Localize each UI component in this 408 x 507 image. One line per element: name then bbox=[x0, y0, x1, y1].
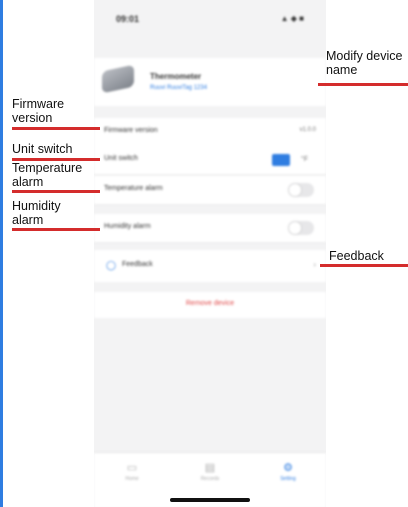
tab-home-label: Home bbox=[125, 476, 139, 482]
unit-celsius-option[interactable] bbox=[272, 154, 290, 166]
device-name[interactable]: Thermometer bbox=[150, 72, 201, 81]
phone-screenshot: 09:01 ▲ ◆ ■ Thermometer Ruuvi RuuviTag 1… bbox=[94, 0, 326, 507]
annotation-humidity-alarm: Humidity alarm bbox=[12, 199, 61, 227]
device-image bbox=[102, 64, 134, 94]
device-card[interactable]: Thermometer Ruuvi RuuviTag 1234 bbox=[94, 58, 326, 106]
annotation-feedback: Feedback bbox=[329, 249, 384, 263]
temperature-alarm-label: Temperature alarm bbox=[104, 185, 163, 192]
annotation-line-firmware-version bbox=[12, 127, 100, 130]
annotation-temperature-alarm: Temperature alarm bbox=[12, 161, 83, 189]
humidity-alarm-toggle[interactable] bbox=[288, 221, 314, 235]
row-temperature-alarm: Temperature alarm bbox=[94, 176, 326, 205]
row-humidity-alarm: Humidity alarm bbox=[94, 214, 326, 243]
tab-home[interactable]: ▭ Home bbox=[102, 461, 162, 482]
annotation-line-modify-device-name bbox=[318, 83, 408, 86]
unit-segmented-control[interactable]: °F bbox=[272, 154, 308, 166]
annotation-unit-switch: Unit switch bbox=[12, 142, 73, 156]
feedback-icon: ◯ bbox=[106, 260, 117, 270]
home-indicator bbox=[170, 498, 250, 502]
annotation-line-temperature-alarm bbox=[12, 190, 100, 193]
humidity-alarm-label: Humidity alarm bbox=[104, 223, 151, 230]
status-time: 09:01 bbox=[116, 14, 140, 24]
status-icons: ▲ ◆ ■ bbox=[280, 14, 304, 23]
feedback-row[interactable]: ◯ Feedback › bbox=[94, 250, 326, 282]
settings-icon: ⚙ bbox=[283, 462, 293, 474]
device-id: Ruuvi RuuviTag 1234 bbox=[150, 85, 208, 91]
row-unit-switch: Unit switch °F bbox=[94, 146, 326, 175]
annotation-modify-device-name: Modify device name bbox=[326, 49, 403, 77]
remove-device-label: Remove device bbox=[185, 300, 235, 307]
tab-records[interactable]: ▤ Records bbox=[180, 461, 240, 482]
tab-setting[interactable]: ⚙ Setting bbox=[258, 461, 318, 482]
tab-setting-label: Setting bbox=[280, 476, 296, 482]
annotation-firmware-version: Firmware version bbox=[12, 97, 65, 125]
unit-switch-label: Unit switch bbox=[104, 155, 138, 162]
annotation-line-humidity-alarm bbox=[12, 228, 100, 231]
home-icon: ▭ bbox=[126, 462, 138, 474]
feedback-label: Feedback bbox=[122, 261, 153, 268]
tab-records-label: Records bbox=[200, 476, 220, 482]
firmware-value: v1.0.0 bbox=[299, 127, 316, 133]
unit-fahrenheit-option[interactable]: °F bbox=[301, 156, 308, 163]
firmware-label: Firmware version bbox=[104, 127, 158, 134]
records-icon: ▤ bbox=[204, 462, 216, 474]
remove-device-button[interactable]: Remove device bbox=[94, 292, 326, 318]
row-firmware-version: Firmware version v1.0.0 bbox=[94, 118, 326, 147]
chevron-right-icon: › bbox=[313, 260, 316, 269]
annotation-line-feedback bbox=[320, 264, 408, 267]
left-accent-bar bbox=[0, 0, 3, 507]
temperature-alarm-toggle[interactable] bbox=[288, 183, 314, 197]
